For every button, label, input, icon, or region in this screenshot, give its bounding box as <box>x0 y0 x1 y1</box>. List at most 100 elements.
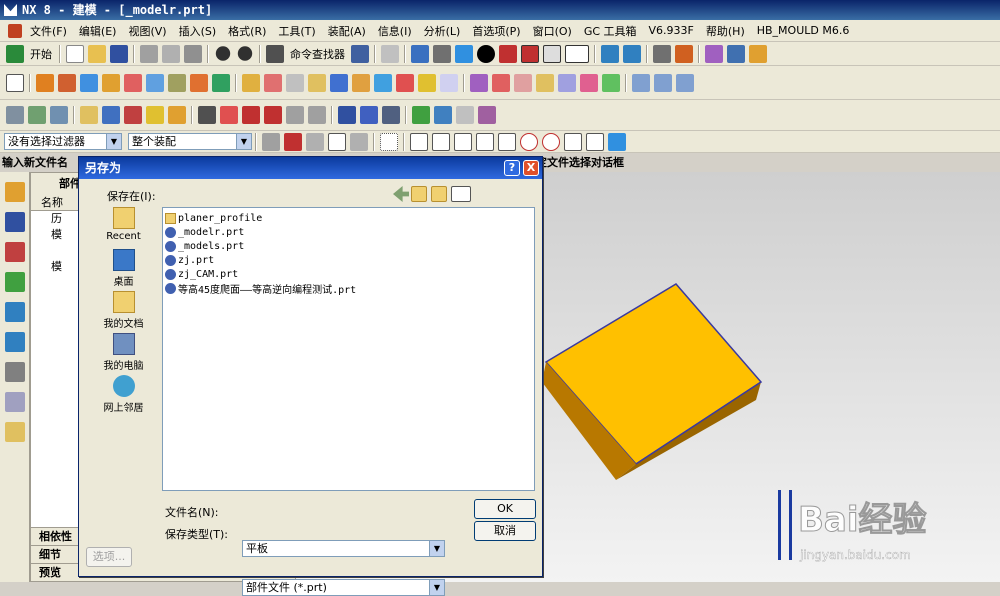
place-desktop[interactable]: 桌面 <box>88 249 159 291</box>
intersection-point-icon[interactable] <box>498 132 516 151</box>
layers-icon[interactable] <box>28 106 46 124</box>
menu-edit[interactable]: 编辑(E) <box>73 23 123 39</box>
paste-icon[interactable] <box>184 44 202 63</box>
bridge-curve-icon[interactable] <box>308 106 326 124</box>
background-icon[interactable] <box>565 44 589 63</box>
menu-assembly[interactable]: 装配(A) <box>322 23 372 39</box>
sphere-icon[interactable] <box>146 73 164 92</box>
revolve-icon[interactable] <box>58 73 76 92</box>
extrude-icon[interactable] <box>36 73 54 92</box>
menu-view[interactable]: 视图(V) <box>122 23 172 39</box>
mid-point-icon[interactable] <box>454 132 472 151</box>
menu-gc-toolbox[interactable]: GC 工具箱 <box>578 23 643 39</box>
intersect-icon[interactable] <box>286 73 304 92</box>
snap-point-icon[interactable] <box>410 132 428 151</box>
wcs-icon[interactable] <box>675 44 693 63</box>
analysis-icon[interactable] <box>705 44 723 63</box>
back-icon[interactable] <box>393 186 409 202</box>
chamfer-icon[interactable] <box>374 73 392 92</box>
fit-icon[interactable] <box>411 44 429 63</box>
view-icon[interactable] <box>623 44 641 63</box>
point-on-curve-icon[interactable] <box>586 132 604 151</box>
replace-face-icon[interactable] <box>536 73 554 92</box>
cylinder-icon[interactable] <box>102 73 120 92</box>
nx-menu-icon[interactable] <box>8 23 22 38</box>
place-my-computer[interactable]: 我的电脑 <box>88 333 159 375</box>
unite-icon[interactable] <box>242 73 260 92</box>
hole-icon[interactable] <box>168 73 186 92</box>
pattern-face-icon[interactable] <box>602 73 620 92</box>
orient-icon[interactable] <box>601 44 619 63</box>
project-curve-icon[interactable] <box>264 106 282 124</box>
filename-field[interactable]: 平板 ▼ <box>242 540 445 557</box>
options-button[interactable]: 选项... <box>86 547 132 567</box>
open-icon[interactable] <box>88 44 106 63</box>
boss-icon[interactable] <box>190 73 208 92</box>
hammer-icon[interactable] <box>124 106 142 124</box>
filter-icon[interactable] <box>262 132 280 151</box>
sync-icon[interactable] <box>470 73 488 92</box>
list-item[interactable]: zj.prt <box>165 253 532 267</box>
end-point-icon[interactable] <box>432 132 450 151</box>
web-browser-icon[interactable] <box>5 302 25 322</box>
copy-icon[interactable] <box>162 44 180 63</box>
menu-v6933f[interactable]: V6.933F <box>643 24 700 37</box>
new-file-icon[interactable] <box>66 44 84 63</box>
arc-center-icon[interactable] <box>520 132 538 151</box>
zoom-icon[interactable] <box>433 44 451 63</box>
curve-icon[interactable] <box>198 106 216 124</box>
menu-insert[interactable]: 插入(S) <box>173 23 223 39</box>
post-process-icon[interactable] <box>456 106 474 124</box>
delete-face-icon[interactable] <box>558 73 576 92</box>
list-item[interactable]: _models.prt <box>165 239 532 253</box>
quadrant-point-icon[interactable] <box>542 132 560 151</box>
shaded-edges-icon[interactable] <box>521 44 539 63</box>
surface-icon[interactable] <box>632 73 650 92</box>
up-folder-icon[interactable] <box>411 186 427 202</box>
intersection-curve-icon[interactable] <box>286 106 304 124</box>
cut-icon[interactable] <box>140 44 158 63</box>
split-body-icon[interactable] <box>330 73 348 92</box>
rotate-icon[interactable] <box>455 44 473 63</box>
place-my-documents[interactable]: 我的文档 <box>88 291 159 333</box>
system-materials-icon[interactable] <box>5 392 25 412</box>
electrode-icon[interactable] <box>168 106 186 124</box>
list-item[interactable]: 等高45度爬面——等高逆向编程测试.prt <box>165 281 532 296</box>
layer-icon[interactable] <box>653 44 671 63</box>
subtract-icon[interactable] <box>264 73 282 92</box>
shop-doc-icon[interactable] <box>478 106 496 124</box>
list-item[interactable]: _modelr.prt <box>165 225 532 239</box>
place-network[interactable]: 网上邻居 <box>88 375 159 417</box>
measure-icon[interactable] <box>727 44 745 63</box>
history-icon[interactable] <box>5 332 25 352</box>
swept-icon[interactable] <box>676 73 694 92</box>
constraint-navigator-icon[interactable] <box>5 212 25 232</box>
menu-tools[interactable]: 工具(T) <box>272 23 321 39</box>
offset-curve-icon[interactable] <box>242 106 260 124</box>
pull-face-icon[interactable] <box>514 73 532 92</box>
cancel-button[interactable]: 取消 <box>474 521 536 541</box>
undo-select-icon[interactable] <box>306 132 324 151</box>
window-icon[interactable] <box>351 44 369 63</box>
sketch-icon[interactable] <box>6 73 24 92</box>
select-icon[interactable] <box>381 44 399 63</box>
assembly-navigator-icon[interactable] <box>5 182 25 202</box>
parts-list-icon[interactable] <box>50 106 68 124</box>
select-body-icon[interactable] <box>350 132 368 151</box>
mould-icon[interactable] <box>146 106 164 124</box>
close-button[interactable]: X <box>523 160 539 176</box>
menu-preferences[interactable]: 首选项(P) <box>466 23 526 39</box>
menu-analysis[interactable]: 分析(L) <box>418 23 467 39</box>
assembly-scope-select[interactable]: 整个装配 ▼ <box>128 133 252 150</box>
wireframe-icon[interactable] <box>543 44 561 63</box>
list-item[interactable]: planer_profile <box>165 211 532 225</box>
file-list[interactable]: planer_profile _modelr.prt _models.prt z… <box>162 207 535 491</box>
command-finder-button[interactable]: 命令查找器 <box>290 46 345 62</box>
point-on-face-icon[interactable] <box>608 132 626 151</box>
tool-path-icon[interactable] <box>382 106 400 124</box>
menu-window[interactable]: 窗口(O) <box>527 23 578 39</box>
save-icon[interactable] <box>110 44 128 63</box>
move-face-icon[interactable] <box>492 73 510 92</box>
edge-blend-icon[interactable] <box>352 73 370 92</box>
existing-point-icon[interactable] <box>564 132 582 151</box>
